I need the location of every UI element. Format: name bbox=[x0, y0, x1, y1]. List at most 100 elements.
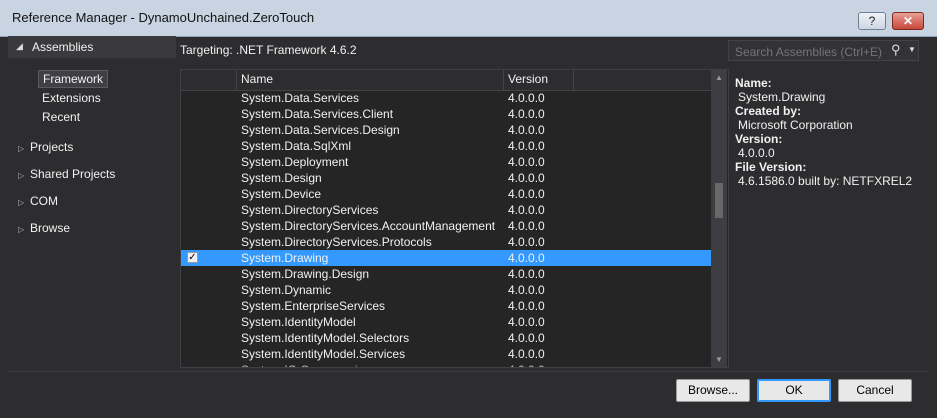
row-name: System.IdentityModel.Services bbox=[241, 347, 406, 361]
row-version: 4.0.0.0 bbox=[508, 155, 545, 169]
help-button[interactable]: ? bbox=[858, 12, 886, 30]
detail-name-label: Name: bbox=[735, 76, 772, 90]
row-name: System.IdentityModel.Selectors bbox=[241, 331, 410, 345]
row-name: System.Device bbox=[241, 187, 322, 201]
detail-file-version-value: 4.6.1586.0 built by: NETFXREL2 bbox=[738, 174, 913, 188]
nav-node-label: COM bbox=[30, 194, 58, 208]
row-version: 4.0.0.0 bbox=[508, 139, 545, 153]
targeting-label: Targeting: .NET Framework 4.6.2 bbox=[180, 43, 357, 57]
scroll-up-icon[interactable]: ▲ bbox=[711, 73, 727, 82]
nav-node-browse[interactable]: ▷ Browse bbox=[18, 221, 70, 235]
details-pane: Name: System.Drawing Created by: Microso… bbox=[735, 76, 930, 188]
expand-arrow-icon: ▷ bbox=[18, 171, 25, 180]
row-version: 4.0.0.0 bbox=[508, 283, 545, 297]
table-row[interactable]: System.Device 4.0.0.0 bbox=[181, 186, 711, 202]
table-row[interactable]: System.Data.Services.Client 4.0.0.0 bbox=[181, 106, 711, 122]
chevron-down-icon[interactable]: ▼ bbox=[908, 45, 916, 54]
row-version: 4.0.0.0 bbox=[508, 171, 545, 185]
assemblies-header[interactable]: ◢ Assemblies bbox=[8, 36, 176, 58]
row-version: 4.0.0.0 bbox=[508, 187, 545, 201]
row-checkbox[interactable]: ✓ bbox=[187, 252, 198, 263]
nav-item-framework[interactable]: Framework bbox=[38, 70, 109, 88]
assemblies-label: Assemblies bbox=[32, 40, 94, 54]
table-row[interactable]: System.Dynamic 4.0.0.0 bbox=[181, 282, 711, 298]
close-button[interactable]: ✕ bbox=[892, 12, 924, 30]
row-version: 4.0.0.0 bbox=[508, 123, 545, 137]
bottom-divider bbox=[8, 371, 929, 372]
scrollbar-thumb[interactable] bbox=[715, 183, 723, 218]
row-name: System.Dynamic bbox=[241, 283, 332, 297]
expand-arrow-icon: ▷ bbox=[18, 225, 25, 234]
row-version: 4.0.0.0 bbox=[508, 299, 545, 313]
table-row[interactable]: System.Deployment 4.0.0.0 bbox=[181, 154, 711, 170]
table-row[interactable]: System.IO.Compression 4.0.0.0 bbox=[181, 362, 711, 367]
grid-header: Name Version bbox=[181, 70, 711, 91]
nav-node-label: Shared Projects bbox=[30, 167, 116, 181]
table-row[interactable]: System.DirectoryServices.AccountManageme… bbox=[181, 218, 711, 234]
table-row[interactable]: System.IdentityModel 4.0.0.0 bbox=[181, 314, 711, 330]
table-row[interactable]: System.DirectoryServices 4.0.0.0 bbox=[181, 202, 711, 218]
search-icon[interactable]: ⚲ bbox=[891, 42, 901, 58]
row-name: System.Deployment bbox=[241, 155, 349, 169]
table-row[interactable]: System.EnterpriseServices 4.0.0.0 bbox=[181, 298, 711, 314]
row-name: System.Data.Services.Design bbox=[241, 123, 400, 137]
ok-button[interactable]: OK bbox=[757, 379, 831, 402]
table-row[interactable]: System.Design 4.0.0.0 bbox=[181, 170, 711, 186]
row-name: System.Data.Services bbox=[241, 91, 360, 105]
row-name: System.EnterpriseServices bbox=[241, 299, 386, 313]
scroll-down-icon[interactable]: ▼ bbox=[711, 355, 727, 364]
row-version: 4.0.0.0 bbox=[508, 107, 545, 121]
nav-node-label: Projects bbox=[30, 140, 74, 154]
row-version: 4.0.0.0 bbox=[508, 315, 545, 329]
table-row[interactable]: System.Data.SqlXml 4.0.0.0 bbox=[181, 138, 711, 154]
table-row[interactable]: System.IdentityModel.Services 4.0.0.0 bbox=[181, 346, 711, 362]
assemblies-grid: Name Version System.Data.Services 4.0.0.0… bbox=[180, 69, 729, 368]
table-row[interactable]: System.Data.Services.Design 4.0.0.0 bbox=[181, 122, 711, 138]
table-row[interactable]: System.IdentityModel.Selectors 4.0.0.0 bbox=[181, 330, 711, 346]
column-separator[interactable] bbox=[503, 70, 504, 90]
row-version: 4.0.0.0 bbox=[508, 362, 545, 367]
nav-item-recent[interactable]: Recent bbox=[38, 109, 84, 125]
row-name: System.DirectoryServices.Protocols bbox=[241, 235, 432, 249]
row-version: 4.0.0.0 bbox=[508, 235, 545, 249]
column-separator[interactable] bbox=[573, 70, 574, 90]
table-row[interactable]: System.DirectoryServices.Protocols 4.0.0.… bbox=[181, 234, 711, 250]
row-version: 4.0.0.0 bbox=[508, 267, 545, 281]
window-title: Reference Manager - DynamoUnchained.Zero… bbox=[12, 10, 315, 25]
collapse-arrow-icon: ◢ bbox=[16, 41, 23, 51]
detail-version-value: 4.0.0.0 bbox=[738, 146, 775, 160]
row-version: 4.0.0.0 bbox=[508, 251, 545, 265]
nav-node-label: Browse bbox=[30, 221, 71, 235]
row-name: System.DirectoryServices bbox=[241, 203, 379, 217]
search-input[interactable] bbox=[733, 43, 887, 60]
row-name: System.IO.Compression bbox=[241, 362, 371, 367]
row-name: System.Data.SqlXml bbox=[241, 139, 352, 153]
column-header-version[interactable]: Version bbox=[508, 72, 548, 86]
row-name: System.DirectoryServices.AccountManageme… bbox=[241, 219, 496, 233]
nav-item-extensions[interactable]: Extensions bbox=[38, 90, 105, 106]
row-version: 4.0.0.0 bbox=[508, 331, 545, 345]
cancel-button[interactable]: Cancel bbox=[838, 379, 912, 402]
row-version: 4.0.0.0 bbox=[508, 347, 545, 361]
row-name: System.Drawing.Design bbox=[241, 267, 370, 281]
table-row[interactable]: ✓ System.Drawing 4.0.0.0 bbox=[181, 250, 711, 266]
row-version: 4.0.0.0 bbox=[508, 203, 545, 217]
table-row[interactable]: System.Data.Services 4.0.0.0 bbox=[181, 90, 711, 106]
expand-arrow-icon: ▷ bbox=[18, 144, 25, 153]
column-separator[interactable] bbox=[236, 70, 237, 90]
title-bar: Reference Manager - DynamoUnchained.Zero… bbox=[0, 0, 937, 37]
search-box[interactable]: ⚲ ▼ bbox=[728, 40, 919, 61]
vertical-scrollbar[interactable]: ▲ ▼ bbox=[711, 70, 727, 367]
nav-node-shared-projects[interactable]: ▷ Shared Projects bbox=[18, 167, 115, 181]
nav-node-projects[interactable]: ▷ Projects bbox=[18, 140, 73, 154]
expand-arrow-icon: ▷ bbox=[18, 198, 25, 207]
detail-created-label: Created by: bbox=[735, 104, 802, 118]
detail-name-value: System.Drawing bbox=[738, 90, 826, 104]
detail-file-version-label: File Version: bbox=[735, 160, 807, 174]
row-version: 4.0.0.0 bbox=[508, 219, 545, 233]
nav-node-com[interactable]: ▷ COM bbox=[18, 194, 58, 208]
column-header-name[interactable]: Name bbox=[241, 72, 273, 86]
browse-button[interactable]: Browse... bbox=[676, 379, 750, 402]
grid-rows: System.Data.Services 4.0.0.0 System.Data.S… bbox=[181, 90, 711, 367]
table-row[interactable]: System.Drawing.Design 4.0.0.0 bbox=[181, 266, 711, 282]
